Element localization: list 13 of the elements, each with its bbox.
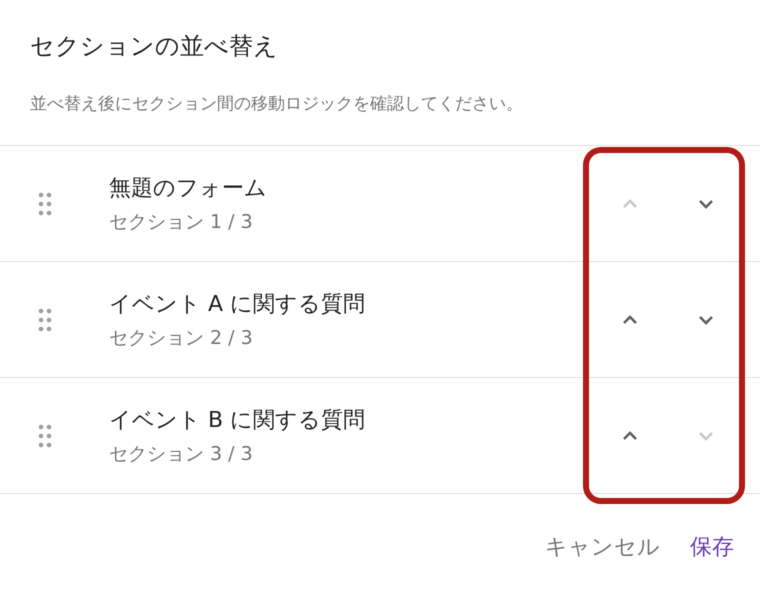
section-title: イベント B に関する質問 <box>109 406 366 434</box>
section-number: セクション 1 / 3 <box>109 210 254 234</box>
section-title: 無題のフォーム <box>109 174 268 202</box>
section-title: イベント A に関する質問 <box>109 290 366 318</box>
drag-handle-icon[interactable] <box>38 308 52 332</box>
dialog-description: 並べ替え後にセクション間の移動ロジックを確認してください。 <box>29 93 524 115</box>
dialog-title: セクションの並べ替え <box>29 31 279 62</box>
cancel-button[interactable]: キャンセル <box>541 524 664 570</box>
section-number: セクション 2 / 3 <box>109 326 254 350</box>
drag-handle-icon[interactable] <box>38 424 52 448</box>
drag-handle-icon[interactable] <box>38 192 52 216</box>
save-button[interactable]: 保存 <box>686 524 738 570</box>
section-number: セクション 3 / 3 <box>109 442 254 466</box>
